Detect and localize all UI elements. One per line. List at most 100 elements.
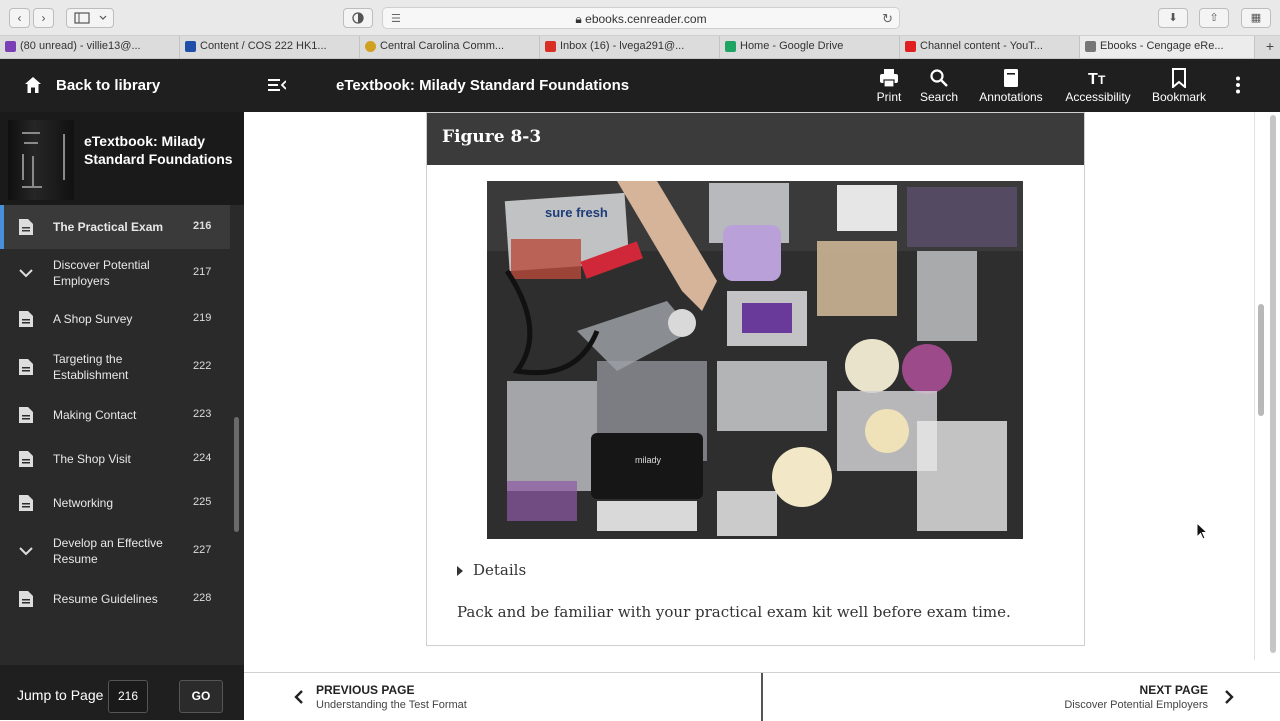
document-icon <box>19 219 33 235</box>
shield-icon <box>352 12 364 24</box>
figure-card: Figure 8-3 sure fresh milady Details Pac… <box>426 112 1085 646</box>
menu-collapse-icon[interactable] <box>268 77 286 93</box>
browser-tab[interactable]: Home - Google Drive <box>720 36 900 58</box>
browser-tab[interactable]: Channel content - YouT... <box>900 36 1080 58</box>
chevron-left-icon[interactable] <box>294 689 304 705</box>
sidebar-book-title: eTextbook: Milady Standard Foundations <box>84 133 233 167</box>
sidebar-icon <box>74 12 107 24</box>
toc-item-targeting-the-establishment[interactable]: Targeting the Establishment 222 <box>0 341 230 393</box>
browser-tab[interactable]: Central Carolina Comm... <box>360 36 540 58</box>
toc-label: Resume Guidelines <box>53 592 158 606</box>
more-options-icon[interactable] <box>1235 76 1241 94</box>
accessibility-label: Accessibility <box>1065 90 1131 104</box>
home-icon[interactable] <box>24 76 42 94</box>
book-info: eTextbook: Milady Standard Foundations <box>0 112 244 205</box>
toc-page-number: 227 <box>193 544 212 556</box>
toc-item-discover-potential-employers[interactable]: Discover Potential Employers 217 <box>0 249 230 297</box>
page-scrollbar[interactable] <box>1270 115 1276 653</box>
college-icon <box>365 41 376 52</box>
address-bar[interactable]: ☰ 🔒︎ ebooks.cenreader.com ↻ <box>382 7 900 29</box>
print-label: Print <box>876 90 902 104</box>
reload-icon[interactable]: ↻ <box>882 11 893 27</box>
content-scrollbar[interactable] <box>1258 304 1264 416</box>
toc-item-networking[interactable]: Networking 225 <box>0 481 230 525</box>
accessibility-button[interactable]: TT Accessibility <box>1062 68 1134 104</box>
google-drive-icon <box>725 41 736 52</box>
jump-to-page-label: Jump to Page <box>17 687 104 703</box>
tab-label: Home - Google Drive <box>740 40 844 52</box>
figure-header: Figure 8-3 <box>427 113 1084 165</box>
go-button[interactable]: GO <box>179 680 223 713</box>
toc-label: Networking <box>53 496 114 510</box>
toc-list: The Practical Exam 216 Discover Potentia… <box>0 205 230 665</box>
toc-item-the-shop-visit[interactable]: The Shop Visit 224 <box>0 437 230 481</box>
sidebar-scrollbar[interactable] <box>234 417 239 532</box>
print-button[interactable]: Print <box>874 68 904 104</box>
browser-tab-active[interactable]: Ebooks - Cengage eRe... <box>1080 36 1255 58</box>
toc-item-the-practical-exam[interactable]: The Practical Exam 216 <box>0 205 230 249</box>
chevron-down-icon <box>19 269 33 278</box>
tab-label: Channel content - YouT... <box>920 40 1043 52</box>
cengage-icon <box>1085 41 1096 52</box>
toc-label: The Shop Visit <box>53 452 131 466</box>
document-icon <box>19 311 33 327</box>
download-icon[interactable]: ⬇ <box>1158 8 1188 28</box>
back-to-library-link[interactable]: Back to library <box>56 77 160 94</box>
reader-content: Figure 8-3 sure fresh milady Details Pac… <box>244 112 1280 672</box>
browser-tab[interactable]: (80 unread) - villie13@... <box>0 36 180 58</box>
document-icon <box>19 451 33 467</box>
tab-label: Ebooks - Cengage eRe... <box>1100 40 1224 52</box>
toc-label: Discover Potential Employers <box>53 258 150 288</box>
toc-page-number: 228 <box>193 592 212 604</box>
toc-item-resume-guidelines[interactable]: Resume Guidelines 228 <box>0 577 230 621</box>
d2l-icon <box>185 41 196 52</box>
mouse-cursor-icon <box>1196 522 1208 540</box>
bookmark-button[interactable]: Bookmark <box>1148 68 1210 104</box>
toc-item-develop-an-effective-resume[interactable]: Develop an Effective Resume 227 <box>0 525 230 577</box>
tab-overview-icon[interactable]: ▦ <box>1241 8 1271 28</box>
next-page-title: Discover Potential Employers <box>1064 699 1208 711</box>
forward-arrow-icon[interactable]: › <box>33 8 54 28</box>
table-of-contents-sidebar: eTextbook: Milady Standard Foundations T… <box>0 112 244 720</box>
new-tab-icon[interactable]: + <box>1266 38 1274 54</box>
bookmark-label: Bookmark <box>1151 90 1207 104</box>
toc-label: The Practical Exam <box>53 220 164 234</box>
back-arrow-icon[interactable]: ‹ <box>9 8 30 28</box>
share-icon[interactable]: ⇧ <box>1199 8 1229 28</box>
details-label: Details <box>473 561 527 579</box>
chevron-right-icon[interactable] <box>1224 689 1234 705</box>
figure-caption: Pack and be familiar with your practical… <box>457 603 1011 621</box>
details-toggle[interactable]: Details <box>457 561 526 579</box>
browser-tab[interactable]: Inbox (16) - lvega291@... <box>540 36 720 58</box>
annotations-button[interactable]: Annotations <box>976 68 1046 104</box>
toc-page-number: 217 <box>193 266 212 278</box>
previous-page-link[interactable]: PREVIOUS PAGE Understanding the Test For… <box>316 683 467 711</box>
tab-bar: (80 unread) - villie13@... Content / COS… <box>0 36 1280 59</box>
toc-page-number: 219 <box>193 312 212 324</box>
bag-brand-text: sure fresh <box>545 205 608 220</box>
gmail-icon <box>545 41 556 52</box>
tab-label: Content / COS 222 HK1... <box>200 40 327 52</box>
privacy-shield-button[interactable] <box>343 8 373 28</box>
toc-label: A Shop Survey <box>53 312 133 326</box>
toc-item-a-shop-survey[interactable]: A Shop Survey 219 <box>0 297 230 341</box>
page-number-input[interactable]: 216 <box>108 680 148 713</box>
toc-label: Making Contact <box>53 408 137 422</box>
book-cover-thumbnail[interactable] <box>8 120 74 200</box>
browser-tab[interactable]: Content / COS 222 HK1... <box>180 36 360 58</box>
sidebar-toggle-button[interactable] <box>66 8 114 28</box>
toc-page-number: 224 <box>193 452 212 464</box>
previous-page-title: Understanding the Test Format <box>316 699 467 711</box>
exam-kit-illustration: sure fresh milady <box>487 181 1023 539</box>
next-page-link[interactable]: NEXT PAGE Discover Potential Employers <box>1064 683 1208 711</box>
exam-kit-photo: sure fresh milady <box>487 181 1023 539</box>
next-page-label: NEXT PAGE <box>1139 683 1208 697</box>
previous-page-label: PREVIOUS PAGE <box>316 683 415 697</box>
figure-title: Figure 8-3 <box>442 127 542 147</box>
toc-item-making-contact[interactable]: Making Contact 223 <box>0 393 230 437</box>
document-icon <box>19 495 33 511</box>
youtube-icon <box>905 41 916 52</box>
content-scroll-track <box>1254 112 1255 660</box>
url-value: ebooks.cenreader.com <box>585 12 707 26</box>
search-button[interactable]: Search <box>918 68 960 104</box>
